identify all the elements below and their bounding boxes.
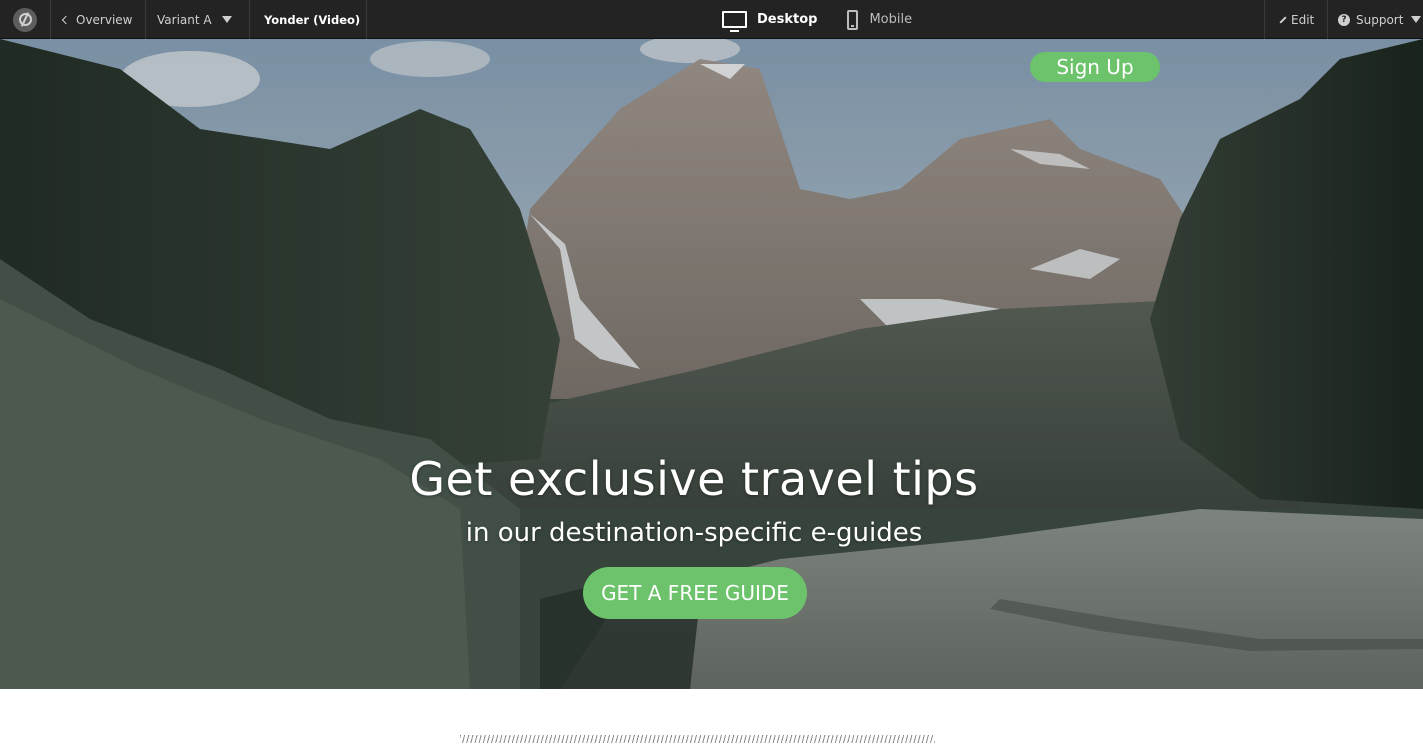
hero-section: Sign Up Get exclusive travel tips in our… xyxy=(0,39,1423,689)
support-menu[interactable]: ? Support xyxy=(1328,0,1423,39)
support-label: Support xyxy=(1356,12,1404,27)
unbounce-logo-icon xyxy=(13,7,37,32)
caret-down-icon xyxy=(221,16,232,23)
desktop-icon xyxy=(722,11,747,32)
caret-down-icon xyxy=(1411,16,1422,23)
chevron-left-icon xyxy=(61,15,71,24)
device-mobile-label: Mobile xyxy=(869,12,913,27)
editor-toolbar: Overview Variant A Yonder (Video) Deskto… xyxy=(0,0,1423,39)
variant-selector[interactable]: Variant A xyxy=(146,0,250,39)
mobile-icon xyxy=(847,9,859,30)
hero-subtitle: in our destination-specific e-guides xyxy=(465,518,923,548)
device-switcher: Desktop Mobile xyxy=(722,0,912,39)
overview-link[interactable]: Overview xyxy=(52,0,146,39)
edit-button[interactable]: Edit xyxy=(1264,0,1328,39)
page-name: Yonder (Video) xyxy=(250,0,367,39)
hero-title: Get exclusive travel tips xyxy=(409,452,979,506)
device-desktop-label: Desktop xyxy=(757,12,818,27)
device-mobile-button[interactable]: Mobile xyxy=(847,9,913,30)
sign-up-button[interactable]: Sign Up xyxy=(1030,52,1160,82)
pencil-icon xyxy=(1279,15,1287,24)
help-icon: ? xyxy=(1338,13,1350,26)
overview-label: Overview xyxy=(76,12,133,27)
page-name-label: Yonder (Video) xyxy=(264,12,361,27)
app-logo[interactable] xyxy=(0,0,51,39)
get-free-guide-button[interactable]: GET A FREE GUIDE xyxy=(583,567,807,619)
device-desktop-button[interactable]: Desktop xyxy=(722,11,818,32)
edit-label: Edit xyxy=(1291,12,1315,27)
variant-label: Variant A xyxy=(157,12,212,27)
section-divider xyxy=(460,735,935,743)
